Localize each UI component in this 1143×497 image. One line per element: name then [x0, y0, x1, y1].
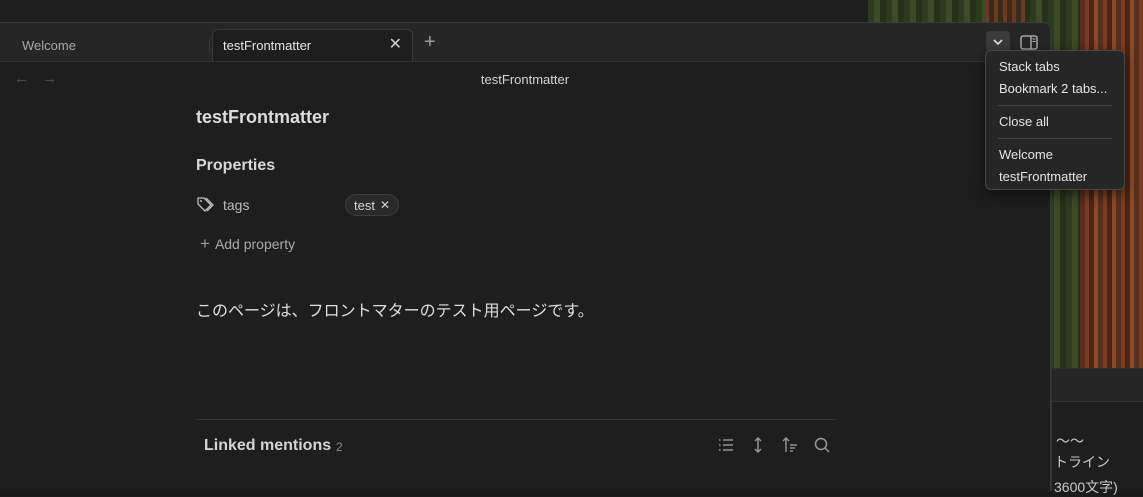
menu-item-close-all[interactable]: Close all — [999, 114, 1049, 129]
tab-welcome[interactable]: Welcome — [12, 29, 210, 61]
tags-icon — [197, 197, 214, 212]
chevron-down-icon — [993, 39, 1003, 46]
view-header: ← → testFrontmatter — [0, 62, 1050, 98]
new-tab-icon[interactable]: + — [424, 31, 436, 53]
menu-separator — [998, 105, 1112, 106]
remove-tag-icon[interactable]: ✕ — [380, 198, 390, 212]
note-body-text[interactable]: このページは、フロントマターのテスト用ページです。 — [196, 297, 594, 321]
view-header-title[interactable]: testFrontmatter — [0, 72, 1050, 87]
menu-item-tab-testfrontmatter[interactable]: testFrontmatter — [999, 169, 1087, 184]
menu-item-bookmark-tabs[interactable]: Bookmark 2 tabs... — [999, 81, 1107, 96]
property-row: tags test ✕ — [196, 194, 836, 218]
search-icon[interactable] — [813, 436, 831, 454]
list-icon[interactable] — [717, 436, 735, 454]
sidebar-toggle-icon — [1020, 34, 1038, 50]
add-property-button[interactable]: + Add property — [200, 234, 295, 254]
background-text: トライン — [1054, 454, 1110, 470]
background-text: 〜〜 — [1056, 433, 1084, 449]
tab-label: testFrontmatter — [223, 38, 312, 53]
property-key[interactable]: tags — [223, 197, 249, 213]
app-window: Welcome testFrontmatter ✕ + ← → testFron… — [0, 22, 1051, 491]
tag-pill[interactable]: test ✕ — [345, 194, 400, 216]
linked-mentions-count: 2 — [336, 440, 343, 454]
menu-separator — [998, 138, 1112, 139]
properties-heading[interactable]: Properties — [196, 157, 275, 175]
wallpaper-detail — [985, 0, 1025, 22]
tab-testfrontmatter[interactable]: testFrontmatter ✕ — [212, 29, 413, 61]
tab-bar: Welcome testFrontmatter ✕ + — [0, 23, 1050, 62]
sort-icon[interactable] — [781, 436, 799, 454]
add-property-label: Add property — [214, 236, 296, 252]
tag-value: test — [354, 197, 375, 213]
plus-icon: + — [200, 234, 210, 253]
expand-collapse-icon[interactable] — [749, 436, 767, 454]
background-window-header — [1052, 369, 1143, 402]
linked-mentions-heading[interactable]: Linked mentions — [204, 437, 331, 455]
background-window: 〜〜 トライン 3600文字) — [1052, 368, 1143, 495]
close-tab-icon[interactable]: ✕ — [389, 36, 402, 54]
note-title[interactable]: testFrontmatter — [196, 107, 329, 128]
tab-label: Welcome — [22, 37, 76, 53]
tab-list-menu: Stack tabs Bookmark 2 tabs... Close all … — [985, 50, 1125, 190]
menu-item-tab-welcome[interactable]: Welcome — [999, 147, 1053, 162]
background-text: 3600文字) — [1054, 479, 1118, 495]
menu-item-stack-tabs[interactable]: Stack tabs — [999, 59, 1060, 74]
backlinks-divider — [196, 419, 836, 420]
